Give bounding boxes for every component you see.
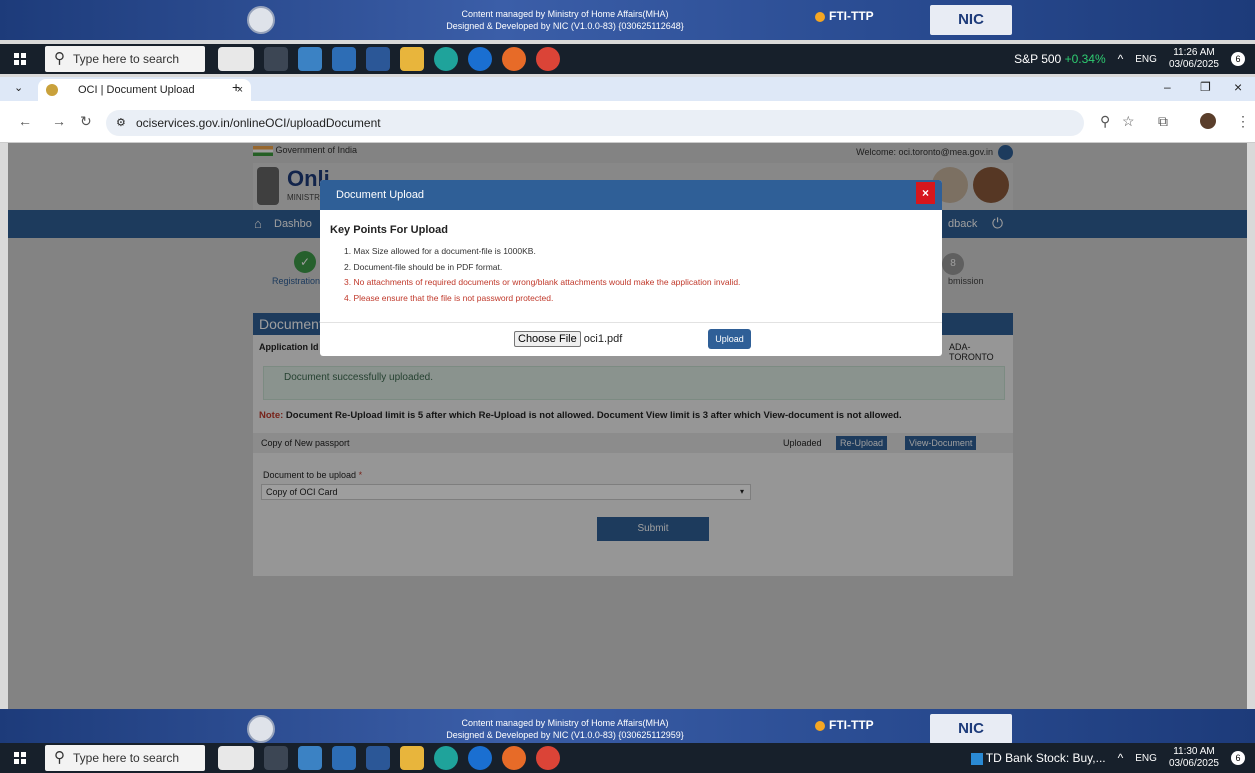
- edge-icon[interactable]: [434, 47, 458, 71]
- chrome-icon[interactable]: [536, 47, 560, 71]
- url-field[interactable]: ⚙ ociservices.gov.in/onlineOCI/uploadDoc…: [106, 110, 1084, 136]
- tab-list-chevron-icon[interactable]: ⌄: [14, 81, 23, 94]
- firefox-icon[interactable]: [502, 47, 526, 71]
- file-input[interactable]: Choose File oci1.pdf: [514, 331, 622, 347]
- back-icon[interactable]: ←: [18, 113, 32, 129]
- lang-indicator[interactable]: ENG: [1135, 54, 1157, 65]
- menu-icon[interactable]: ⋮: [1236, 113, 1250, 130]
- firefox-icon[interactable]: [502, 746, 526, 770]
- news-text: TD Bank Stock: Buy,...: [985, 751, 1106, 765]
- nic-logo: NIC: [930, 5, 1012, 35]
- choose-file-button[interactable]: Choose File: [514, 331, 581, 347]
- banner-line2: Designed & Developed by NIC (V1.0.0-83) …: [446, 21, 684, 31]
- document-upload-modal: Document Upload × Key Points For Upload …: [320, 180, 942, 356]
- file-explorer-icon[interactable]: [400, 746, 424, 770]
- windows-start-icon[interactable]: [14, 752, 26, 764]
- top-banner: Content managed by Ministry of Home Affa…: [0, 0, 1255, 40]
- file-explorer-icon[interactable]: [400, 47, 424, 71]
- file-name: oci1.pdf: [583, 333, 623, 345]
- lang-indicator[interactable]: ENG: [1135, 753, 1157, 764]
- upload-button[interactable]: Upload: [708, 329, 751, 349]
- modal-heading: Key Points For Upload: [330, 224, 448, 236]
- news-icon: [970, 752, 983, 765]
- fti-ttp-logo: FTI-TTP: [815, 10, 874, 22]
- stock-change: +0.34%: [1064, 52, 1106, 66]
- forward-icon[interactable]: →: [52, 113, 66, 129]
- close-window-icon[interactable]: ×: [1234, 79, 1242, 95]
- emblem-icon: [247, 715, 275, 743]
- reload-icon[interactable]: ↻: [80, 113, 92, 130]
- tab-oci[interactable]: OCI | Document Upload ×: [38, 79, 251, 101]
- ie-icon[interactable]: [468, 746, 492, 770]
- app-icon[interactable]: [332, 746, 356, 770]
- list-item: 4. Please ensure that the file is not pa…: [344, 292, 554, 303]
- news-widget[interactable]: TD Bank Stock: Buy,...: [970, 751, 1106, 765]
- key-points-list: 1. Max Size allowed for a document-file …: [330, 244, 930, 306]
- modal-footer: Choose File oci1.pdf Upload: [320, 322, 942, 349]
- extensions-icon[interactable]: ⧉: [1158, 113, 1168, 130]
- tray-chevron-icon[interactable]: ^: [1118, 751, 1124, 765]
- app-icon[interactable]: [366, 47, 390, 71]
- notification-badge[interactable]: 6: [1231, 52, 1245, 66]
- minimize-icon[interactable]: –: [1164, 80, 1171, 94]
- bicycle-icon[interactable]: [218, 746, 254, 770]
- taskbar-search[interactable]: Type here to search: [45, 46, 205, 72]
- list-item: 3. No attachments of required documents …: [344, 277, 741, 287]
- windows-start-icon[interactable]: [14, 53, 26, 65]
- task-view-icon[interactable]: [264, 47, 288, 71]
- site-info-icon[interactable]: ⚙: [116, 110, 126, 136]
- nic-logo: NIC: [930, 714, 1012, 744]
- task-view-icon[interactable]: [264, 746, 288, 770]
- app-icon[interactable]: [298, 746, 322, 770]
- list-item: 1. Max Size allowed for a document-file …: [344, 246, 536, 256]
- app-icon[interactable]: [298, 47, 322, 71]
- stock-name: S&P 500: [1014, 52, 1062, 66]
- favicon-icon: [46, 84, 58, 96]
- new-tab-icon[interactable]: +: [232, 79, 240, 95]
- emblem-icon: [247, 6, 275, 34]
- chrome-icon[interactable]: [536, 746, 560, 770]
- restore-icon[interactable]: ❐: [1200, 80, 1211, 94]
- app-icon[interactable]: [332, 47, 356, 71]
- stock-widget[interactable]: S&P 500 +0.34%: [1014, 52, 1106, 66]
- zoom-icon[interactable]: ⚲: [1100, 113, 1110, 130]
- taskbar: Type here to search TD Bank Stock: Buy,.…: [0, 743, 1255, 773]
- taskbar-search[interactable]: Type here to search: [45, 745, 205, 771]
- url-text: ociservices.gov.in/onlineOCI/uploadDocum…: [136, 116, 381, 130]
- notification-badge[interactable]: 6: [1231, 751, 1245, 765]
- list-item: 2. Document-file should be in PDF format…: [344, 261, 503, 272]
- tab-title: OCI | Document Upload: [78, 84, 195, 96]
- profile-avatar[interactable]: [1200, 113, 1216, 129]
- modal-close-button[interactable]: ×: [916, 182, 935, 204]
- edge-icon[interactable]: [434, 746, 458, 770]
- address-bar: ← → ↻ ⚙ ociservices.gov.in/onlineOCI/upl…: [0, 101, 1255, 143]
- clock[interactable]: 11:30 AM 03/06/2025: [1169, 746, 1219, 770]
- fti-ttp-logo: FTI-TTP: [815, 719, 874, 731]
- modal-title: Document Upload: [320, 180, 942, 210]
- clock[interactable]: 11:26 AM 03/06/2025: [1169, 47, 1219, 71]
- modal-body: Key Points For Upload 1. Max Size allowe…: [330, 224, 930, 306]
- app-icon[interactable]: [366, 746, 390, 770]
- ie-icon[interactable]: [468, 47, 492, 71]
- banner-line1: Content managed by Ministry of Home Affa…: [461, 718, 669, 728]
- banner-line2: Designed & Developed by NIC (V1.0.0-83) …: [446, 730, 684, 740]
- bicycle-icon[interactable]: [218, 47, 254, 71]
- tray-chevron-icon[interactable]: ^: [1118, 52, 1124, 66]
- bookmark-star-icon[interactable]: ☆: [1122, 113, 1135, 130]
- banner-line1: Content managed by Ministry of Home Affa…: [461, 9, 669, 19]
- browser-tabbar: ⌄ OCI | Document Upload × + – ❐ ×: [0, 77, 1255, 101]
- taskbar: Type here to search S&P 500 +0.34% ^ ENG…: [0, 44, 1255, 74]
